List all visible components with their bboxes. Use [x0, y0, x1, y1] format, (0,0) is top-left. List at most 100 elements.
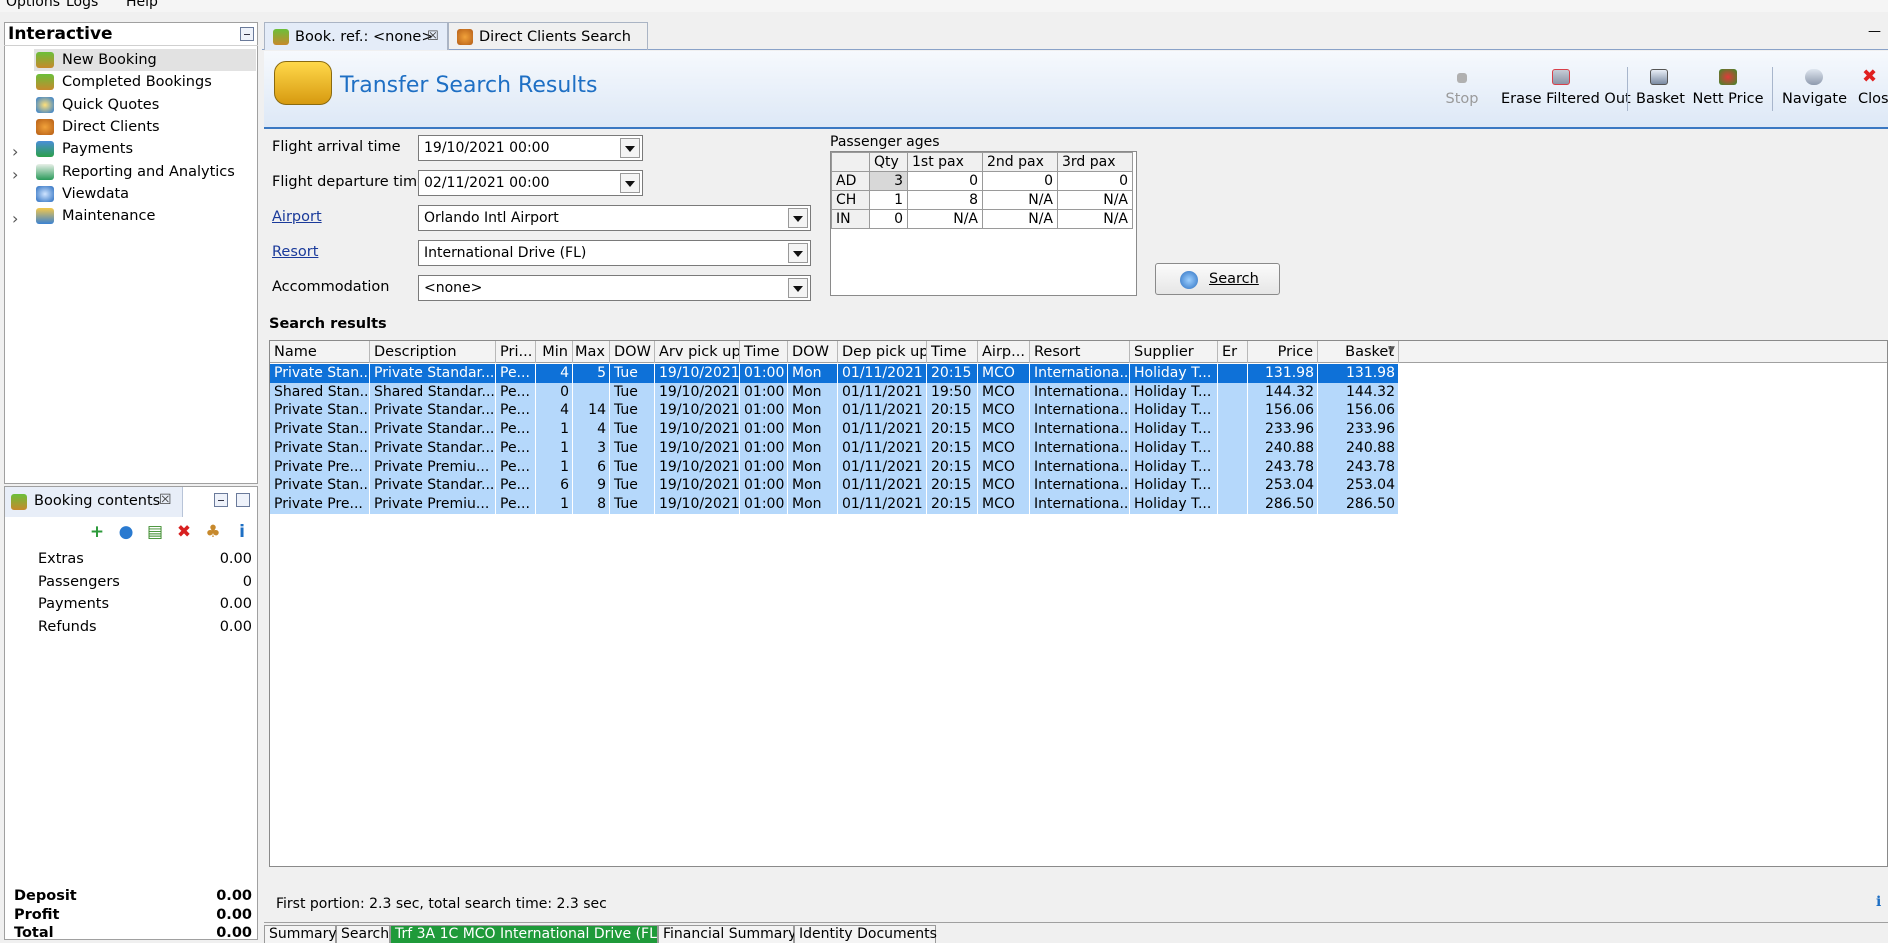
nett-price-button[interactable]: Nett Price	[1692, 69, 1764, 117]
maximize-icon[interactable]	[236, 493, 250, 507]
sidebar-item-new-booking[interactable]: New Booking	[34, 49, 256, 71]
table-row[interactable]: Private Stan... Private Standar... Pe... 4 5…	[270, 364, 1399, 383]
flight-departure-time-field[interactable]: 02/11/2021 00:00	[418, 170, 643, 196]
chevron-down-icon[interactable]	[788, 278, 808, 298]
table-row[interactable]: Private Pre... Private Premiu... Pe... 1 8 Tu…	[270, 494, 1399, 514]
resort-select[interactable]: International Drive (FL)	[418, 240, 811, 266]
erase-filtered-out-button[interactable]: Erase Filtered Out	[1501, 69, 1631, 117]
expand-arrow-icon[interactable]: ›	[12, 209, 18, 228]
booking-contents-tab[interactable]: Booking contents ☒	[5, 487, 183, 517]
column-header[interactable]: DOW	[788, 341, 838, 363]
table-row[interactable]: Private Stan... Private Standar... Pe... 1 3…	[270, 438, 1399, 458]
column-header[interactable]: Price	[1248, 341, 1318, 363]
column-header[interactable]: Pri...	[496, 341, 536, 363]
table-cell: 253.04	[1318, 476, 1399, 496]
column-header[interactable]: Description	[370, 341, 496, 363]
tab-direct-clients-search[interactable]: Direct Clients Search	[448, 22, 648, 50]
table-cell: 4	[536, 364, 573, 383]
menu-help[interactable]: Help	[126, 0, 158, 10]
chevron-down-icon[interactable]	[788, 208, 808, 228]
info-icon[interactable]: i	[1876, 894, 1881, 910]
flight-arrival-time-field[interactable]: 19/10/2021 00:00	[418, 135, 643, 161]
column-header[interactable]: Dep pick up	[838, 341, 927, 363]
passenger-age-cell[interactable]: 0	[869, 209, 908, 229]
passenger-age-cell[interactable]: N/A	[982, 209, 1058, 229]
basket-button[interactable]: Basket	[1636, 69, 1685, 117]
table-cell: Mon	[788, 364, 838, 383]
tab-booking[interactable]: Book. ref.: <none> ☒	[264, 22, 448, 50]
table-cell: Holiday T...	[1130, 476, 1218, 496]
column-header[interactable]: Airp...	[978, 341, 1030, 363]
column-header[interactable]: Time	[740, 341, 788, 363]
table-cell: 243.78	[1318, 457, 1399, 477]
arrival-value: 19/10/2021 00:00	[424, 140, 550, 156]
close-button[interactable]: ✖ Close	[1858, 69, 1888, 117]
sidebar-item-quick-quotes[interactable]: Quick Quotes	[34, 94, 256, 116]
table-row[interactable]: Private Pre... Private Premiu... Pe... 1 6 Tu…	[270, 457, 1399, 477]
add-icon[interactable]: +	[86, 522, 108, 544]
minimize-icon[interactable]	[214, 493, 228, 507]
sidebar-item-maintenance[interactable]: Maintenance	[34, 205, 256, 227]
chevron-down-icon[interactable]	[620, 173, 640, 193]
column-header[interactable]: Basket	[1318, 341, 1399, 363]
column-header[interactable]: Min	[536, 341, 573, 363]
bottom-tab-identity-documents[interactable]: Identity Documents	[794, 925, 937, 943]
column-header[interactable]: Arv pick up	[655, 341, 740, 363]
info-icon[interactable]: i	[231, 522, 253, 544]
sidebar-item-completed-bookings[interactable]: Completed Bookings	[34, 71, 256, 93]
passenger-age-cell[interactable]: 0	[1057, 171, 1133, 191]
column-header[interactable]: Er	[1218, 341, 1248, 363]
refresh-icon[interactable]: ●	[115, 522, 137, 544]
minimize-icon[interactable]	[240, 27, 254, 41]
passenger-age-cell[interactable]: 0	[907, 171, 983, 191]
passenger-age-cell[interactable]: 8	[907, 190, 983, 210]
chevron-down-icon[interactable]	[620, 138, 640, 158]
delete-icon[interactable]: ✖	[173, 522, 195, 544]
close-icon[interactable]: ☒	[159, 492, 172, 508]
column-header[interactable]: Resort	[1030, 341, 1130, 363]
accommodation-select[interactable]: <none>	[418, 275, 811, 301]
bottom-tab-financial-summary[interactable]: Financial Summary	[658, 925, 796, 943]
sidebar-item-viewdata[interactable]: Viewdata	[34, 183, 256, 205]
passenger-age-cell[interactable]: N/A	[907, 209, 983, 229]
chevron-down-icon[interactable]	[788, 243, 808, 263]
menu-logs[interactable]: Logs	[66, 0, 98, 10]
resort-link[interactable]: Resort	[272, 244, 318, 260]
sidebar-item-payments[interactable]: Payments	[34, 138, 256, 160]
table-row[interactable]: Private Stan... Private Standar... Pe... 6 9…	[270, 476, 1399, 496]
sidebar-item-direct-clients[interactable]: Direct Clients	[34, 116, 256, 138]
table-cell: Internationa...	[1030, 364, 1130, 383]
passenger-age-cell[interactable]: 3	[869, 171, 908, 191]
bottom-tab-summary[interactable]: Summary	[264, 925, 337, 943]
column-header[interactable]: Name	[270, 341, 370, 363]
navigate-button[interactable]: Navigate	[1782, 69, 1847, 117]
passenger-age-cell[interactable]: 0	[982, 171, 1058, 191]
search-button[interactable]: Search	[1155, 263, 1280, 295]
passenger-age-cell[interactable]: N/A	[1057, 190, 1133, 210]
column-header[interactable]: Max	[573, 341, 610, 363]
transfer-icon[interactable]: ▤	[144, 522, 166, 544]
expand-arrow-icon[interactable]: ›	[12, 142, 18, 161]
stop-button[interactable]: Stop	[1444, 69, 1480, 117]
column-header[interactable]: DOW	[610, 341, 655, 363]
column-header[interactable]: Time	[927, 341, 978, 363]
table-cell: 144.32	[1248, 382, 1318, 402]
expand-arrow-icon[interactable]: ›	[12, 165, 18, 184]
column-header[interactable]: Supplier	[1130, 341, 1218, 363]
close-tab-icon[interactable]: ☒	[427, 23, 439, 51]
passenger-age-cell[interactable]: 1	[869, 190, 908, 210]
menu-options[interactable]: Options	[6, 0, 60, 10]
minimize-icon[interactable]: —	[1868, 24, 1881, 39]
airport-link[interactable]: Airport	[272, 209, 322, 225]
passenger-age-cell[interactable]: N/A	[1057, 209, 1133, 229]
table-row[interactable]: Private Stan... Private Standar... Pe... 4 1…	[270, 401, 1399, 421]
palm-tree-icon[interactable]: ♣	[202, 522, 224, 544]
airport-select[interactable]: Orlando Intl Airport	[418, 205, 811, 231]
sidebar-item-reporting-and-analytics[interactable]: Reporting and Analytics	[34, 161, 256, 183]
bottom-tab-trf-3a-1c-mco-international-drive-fl-[interactable]: Trf 3A 1C MCO International Drive (FL)	[390, 925, 662, 943]
table-row[interactable]: Shared Stan... Shared Standar... Pe... 0 Tue…	[270, 382, 1399, 402]
total-label: Profit	[14, 906, 60, 923]
passenger-age-cell[interactable]: N/A	[982, 190, 1058, 210]
bottom-tab-search[interactable]: Search	[336, 925, 390, 943]
table-row[interactable]: Private Stan... Private Standar... Pe... 1 4…	[270, 420, 1399, 440]
